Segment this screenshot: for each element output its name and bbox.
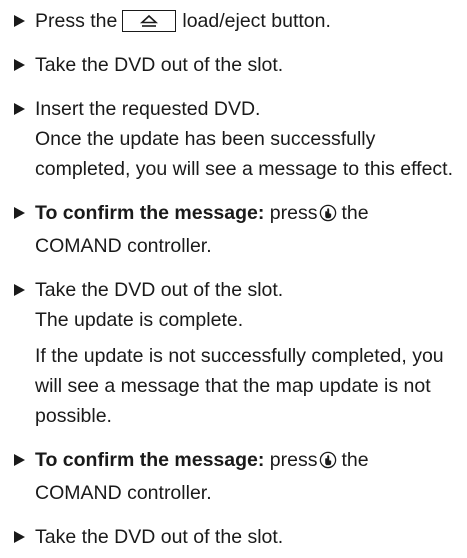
step-text: Press the — [35, 10, 118, 32]
instruction-step: To confirm the message: press the COMAND … — [14, 198, 457, 261]
step-text: Take the DVD out of the slot. — [35, 526, 284, 548]
step-note: The update is complete. — [35, 309, 244, 331]
step-note: If the update is not successfully comple… — [35, 345, 444, 427]
step-text: load/eject button. — [182, 10, 331, 32]
bullet-arrow-icon — [14, 275, 28, 305]
eject-key-icon — [122, 10, 177, 32]
comand-controller-press-icon — [319, 448, 337, 478]
bullet-arrow-icon — [14, 94, 28, 124]
instruction-step: Take the DVD out of the slot. — [14, 522, 457, 552]
step-text: press — [269, 449, 318, 471]
instruction-step: Take the DVD out of the slot. — [14, 50, 457, 80]
step-text: Take the DVD out of the slot. — [35, 279, 284, 301]
bullet-arrow-icon — [14, 445, 28, 475]
instruction-step: Take the DVD out of the slot. The update… — [14, 275, 457, 431]
instruction-step: Press the load/eject button. — [14, 6, 457, 36]
bullet-arrow-icon — [14, 522, 28, 552]
instruction-step: Insert the requested DVD. Once the updat… — [14, 94, 457, 184]
step-text: Insert the requested DVD. — [35, 98, 261, 120]
step-text: press — [269, 202, 318, 224]
step-note: Once the update has been successfully co… — [35, 128, 454, 180]
comand-controller-press-icon — [319, 201, 337, 231]
bullet-arrow-icon — [14, 50, 28, 80]
instruction-step: To confirm the message: press the COMAND … — [14, 445, 457, 508]
step-text: Take the DVD out of the slot. — [35, 54, 284, 76]
instruction-page: Press the load/eject button. Take the DVD… — [0, 0, 467, 558]
bullet-arrow-icon — [14, 198, 28, 228]
step-heading: To confirm the message: — [35, 202, 265, 224]
bullet-arrow-icon — [14, 6, 28, 36]
step-heading: To confirm the message: — [35, 449, 265, 471]
